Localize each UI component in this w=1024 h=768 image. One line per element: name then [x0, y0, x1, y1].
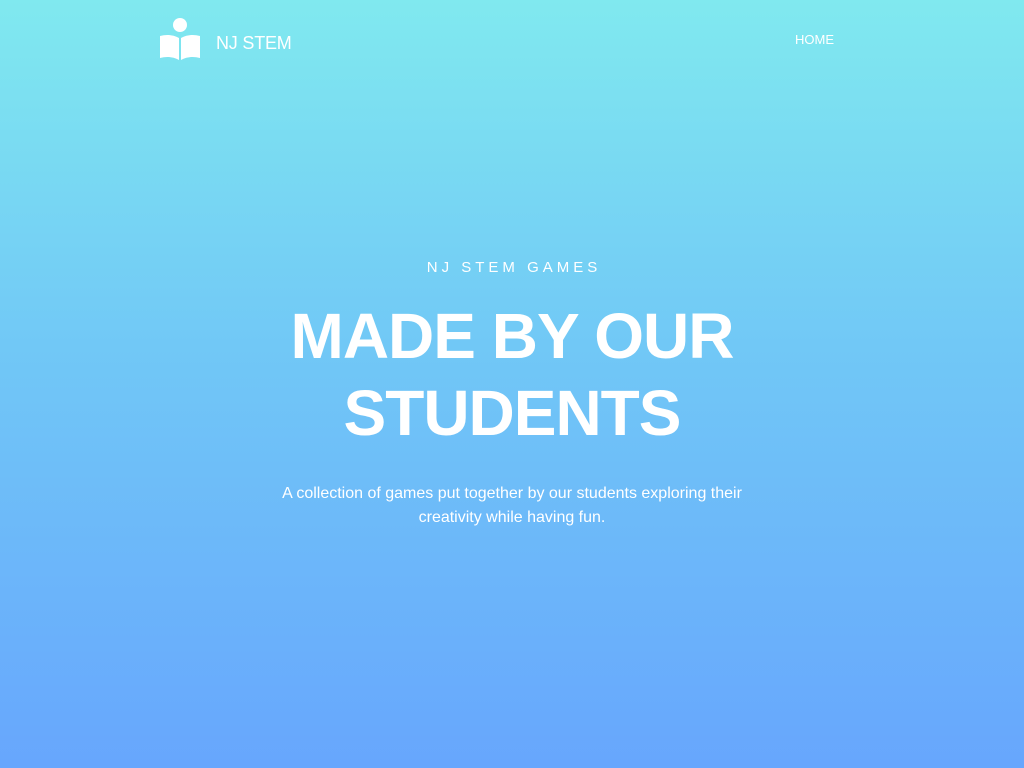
hero-headline-line-1: MADE BY OUR: [290, 300, 735, 372]
brand-name: NJ STEM: [216, 32, 292, 53]
hero-headline-line-2: STUDENTS: [343, 377, 682, 449]
hero-section: NJ STEM GAMES MADE BY OUR STUDENTS A col…: [0, 258, 1024, 530]
reading-person-icon: [160, 18, 200, 60]
top-navigation: NJ STEM HOME: [0, 0, 1024, 80]
brand-home-link[interactable]: NJ STEM: [160, 18, 292, 60]
hero-eyebrow: NJ STEM GAMES: [426, 259, 602, 276]
hero-subtitle: A collection of games put together by ou…: [282, 485, 742, 526]
nav-link-home[interactable]: HOME: [795, 32, 834, 47]
hero-headline: MADE BY OUR STUDENTS: [0, 298, 1024, 452]
